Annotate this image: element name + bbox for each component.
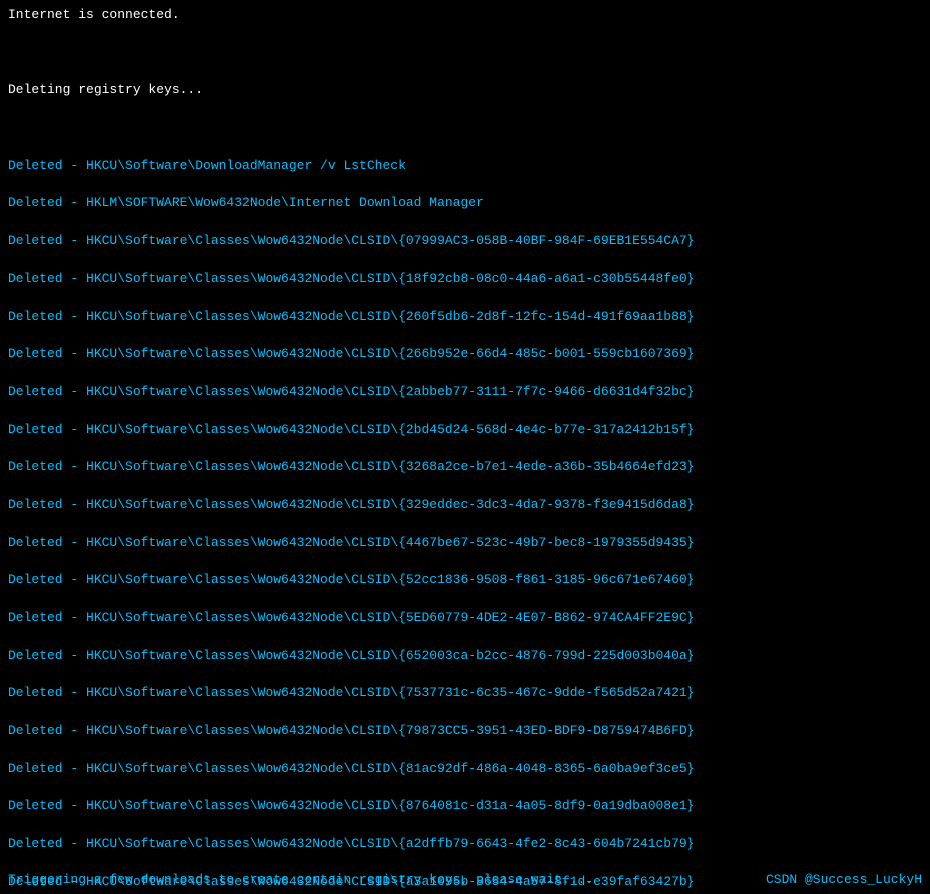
output-line: Deleted - HKCU\Software\Classes\Wow6432N…: [8, 534, 922, 553]
output-lines: Internet is connected. Deleting registry…: [8, 6, 922, 894]
output-line: [8, 44, 922, 63]
output-line: Deleted - HKCU\Software\Classes\Wow6432N…: [8, 383, 922, 402]
output-line: Deleting registry keys...: [8, 81, 922, 100]
output-line: Deleted - HKCU\Software\Classes\Wow6432N…: [8, 647, 922, 666]
terminal-window: Internet is connected. Deleting registry…: [0, 0, 930, 894]
output-line: Internet is connected.: [8, 6, 922, 25]
watermark-text: CSDN @Success_LuckyH: [766, 871, 922, 890]
output-line: Deleted - HKLM\SOFTWARE\Wow6432Node\Inte…: [8, 194, 922, 213]
output-line: Deleted - HKCU\Software\Classes\Wow6432N…: [8, 496, 922, 515]
output-line: [8, 119, 922, 138]
output-line: Deleted - HKCU\Software\Classes\Wow6432N…: [8, 722, 922, 741]
output-line: Deleted - HKCU\Software\Classes\Wow6432N…: [8, 571, 922, 590]
output-line: Deleted - HKCU\Software\Classes\Wow6432N…: [8, 684, 922, 703]
output-line: Deleted - HKCU\Software\DownloadManager …: [8, 157, 922, 176]
output-line: Deleted - HKCU\Software\Classes\Wow6432N…: [8, 270, 922, 289]
output-line: Deleted - HKCU\Software\Classes\Wow6432N…: [8, 345, 922, 364]
output-line: Deleted - HKCU\Software\Classes\Wow6432N…: [8, 232, 922, 251]
output-line: Deleted - HKCU\Software\Classes\Wow6432N…: [8, 835, 922, 854]
output-line: Deleted - HKCU\Software\Classes\Wow6432N…: [8, 797, 922, 816]
output-line: Deleted - HKCU\Software\Classes\Wow6432N…: [8, 421, 922, 440]
output-line: Deleted - HKCU\Software\Classes\Wow6432N…: [8, 458, 922, 477]
output-line: Deleted - HKCU\Software\Classes\Wow6432N…: [8, 760, 922, 779]
output-line: Deleted - HKCU\Software\Classes\Wow6432N…: [8, 609, 922, 628]
status-line: Triggering a few downloads to create cer…: [8, 871, 593, 890]
output-line: Deleted - HKCU\Software\Classes\Wow6432N…: [8, 308, 922, 327]
